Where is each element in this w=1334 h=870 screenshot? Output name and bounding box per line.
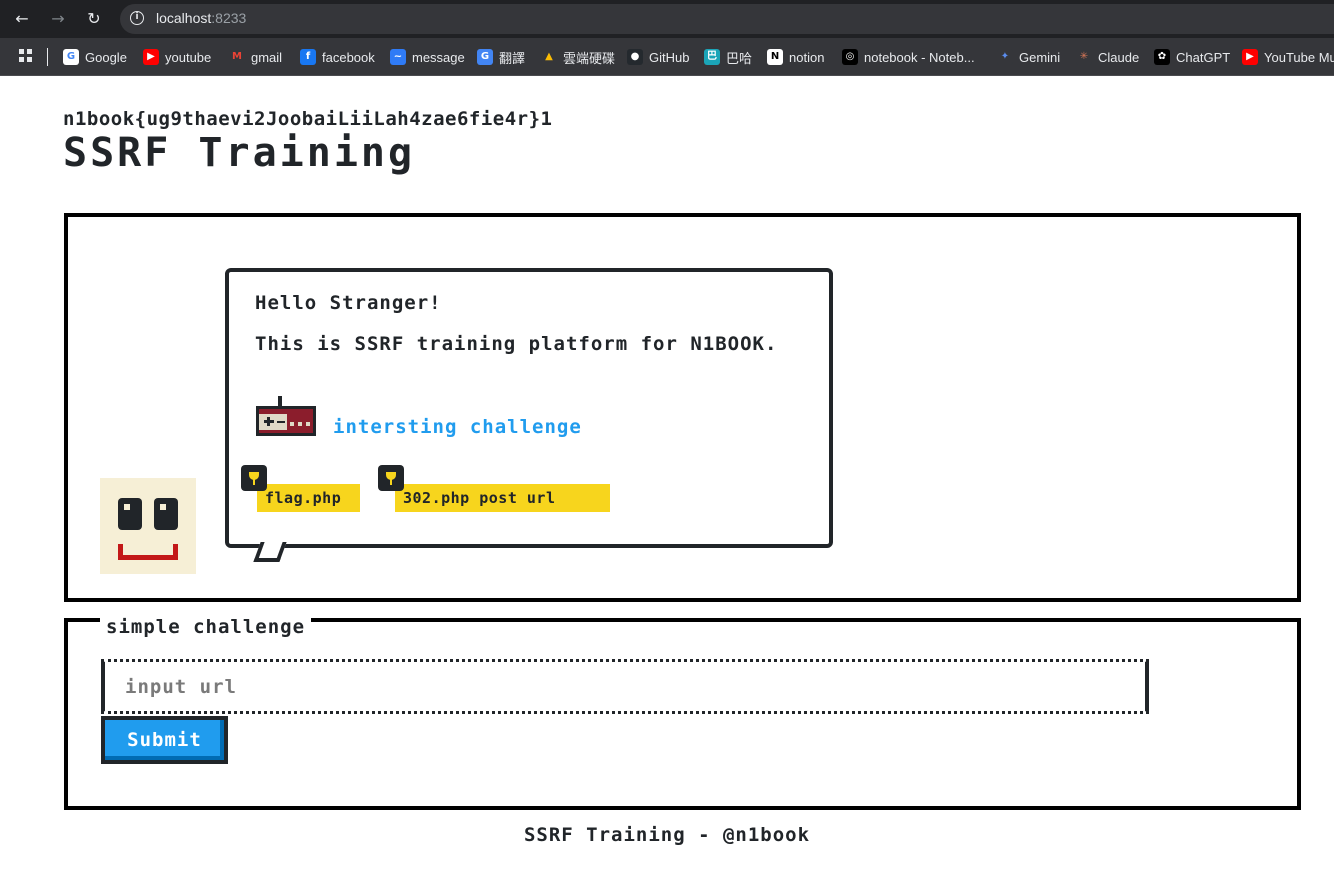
github-icon: ●: [627, 49, 643, 65]
bookmark-github[interactable]: ● GitHub: [627, 48, 689, 66]
simple-challenge-fieldset: [64, 618, 1301, 810]
messenger-icon: ~: [390, 49, 406, 65]
gemini-icon: ✦: [997, 49, 1013, 65]
bookmarks-divider: [47, 48, 48, 66]
facebook-icon: f: [300, 49, 316, 65]
bookmark-bahamut[interactable]: 巴巴哈: [704, 48, 752, 66]
bookmark-label: message: [412, 49, 465, 65]
apps-grid-icon[interactable]: [19, 49, 33, 63]
challenge-link[interactable]: intersting challenge: [333, 416, 582, 438]
chatgpt-icon: ✿: [1154, 49, 1170, 65]
bookmark-notion[interactable]: Nnotion: [767, 48, 824, 66]
bookmark-youtube-music[interactable]: ▶ YouTube Mu: [1242, 48, 1334, 66]
browser-toolbar: ← → ↻ i localhost:8233: [0, 0, 1334, 38]
address-bar[interactable]: i localhost:8233: [120, 4, 1334, 34]
trophy-icon: [241, 465, 267, 491]
bookmark-label: Google: [85, 49, 127, 65]
youtube-music-icon: ▶: [1242, 49, 1258, 65]
greeting-text: Hello Stranger!: [255, 292, 442, 314]
bookmark-label: GitHub: [649, 49, 690, 65]
fieldset-legend: simple challenge: [100, 616, 312, 638]
bookmark-chatgpt[interactable]: ✿ ChatGPT: [1154, 48, 1230, 66]
google-icon: G: [63, 49, 79, 65]
bookmark-messenger[interactable]: ~ message: [390, 48, 465, 66]
bookmark-notebooklm[interactable]: ◎ notebook - Noteb...: [842, 48, 975, 66]
badge-302-php: 302.php post url: [395, 484, 610, 512]
gmail-icon: M: [229, 49, 245, 65]
smiley-avatar-icon: [100, 478, 196, 574]
trophy-icon: [378, 465, 404, 491]
submit-button[interactable]: Submit: [101, 716, 228, 764]
bookmark-label: facebook: [322, 49, 375, 65]
bookmark-label: 巴哈: [726, 50, 753, 66]
bookmark-youtube[interactable]: ▶ youtube: [143, 48, 211, 66]
game-controller-icon: [256, 396, 316, 436]
bookmark-label: notion: [789, 49, 825, 65]
bookmark-facebook[interactable]: f facebook: [300, 48, 375, 66]
bookmark-google-drive[interactable]: ▲ 雲端硬碟: [541, 48, 615, 66]
bookmark-label: ChatGPT: [1176, 49, 1231, 65]
bookmarks-bar: G Google ▶ youtube Mgmail f facebook ~ message G 翻…: [0, 38, 1334, 76]
translate-icon: G: [477, 49, 493, 65]
page-title: SSRF Training: [63, 130, 416, 176]
bookmark-label: gmail: [251, 49, 283, 65]
bookmark-label: youtube: [165, 49, 212, 65]
bookmark-label: 雲端硬碟: [563, 50, 616, 66]
reload-icon[interactable]: ↻: [82, 7, 106, 31]
forward-arrow-icon[interactable]: →: [46, 7, 70, 31]
url-text[interactable]: localhost:8233: [156, 10, 246, 26]
bookmark-gmail[interactable]: Mgmail: [229, 48, 282, 66]
youtube-icon: ▶: [143, 49, 159, 65]
bookmark-label: 翻譯: [499, 50, 526, 66]
intro-text: This is SSRF training platform for N1BOO…: [255, 333, 778, 355]
bookmark-label: Claude: [1098, 49, 1140, 65]
notion-icon: N: [767, 49, 783, 65]
back-arrow-icon[interactable]: ←: [10, 7, 34, 31]
bookmark-label: YouTube Mu: [1264, 49, 1334, 65]
bookmark-translate[interactable]: G 翻譯: [477, 48, 525, 66]
claude-icon: ✳: [1076, 49, 1092, 65]
footer-text: SSRF Training - @n1book: [523, 824, 811, 846]
google-drive-icon: ▲: [541, 49, 557, 65]
bookmark-label: notebook - Noteb...: [864, 49, 975, 65]
notebooklm-icon: ◎: [842, 49, 858, 65]
bookmark-gemini[interactable]: ✦ Gemini: [997, 48, 1060, 66]
flag-text: n1book{ug9thaevi2JoobaiLiiLah4zae6fie4r}…: [63, 108, 553, 130]
badge-flag-php: flag.php: [257, 484, 360, 512]
bookmark-label: Gemini: [1019, 49, 1061, 65]
bookmark-claude[interactable]: ✳ Claude: [1076, 48, 1139, 66]
bookmark-google[interactable]: G Google: [63, 48, 127, 66]
site-info-icon[interactable]: i: [130, 11, 144, 25]
bahamut-icon: 巴: [704, 49, 720, 65]
url-input[interactable]: [101, 659, 1149, 714]
